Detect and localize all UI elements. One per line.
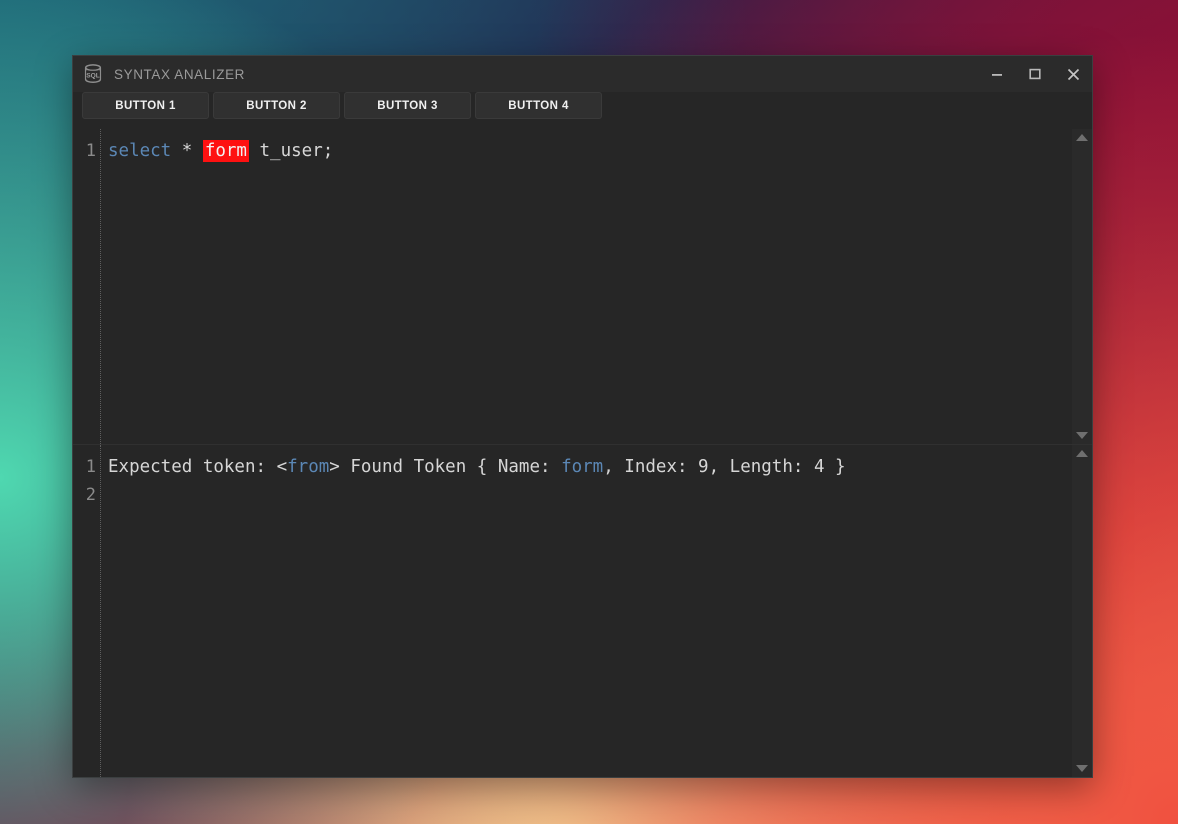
output-line-numbers: 1 2 [73,445,101,777]
maximize-icon [1029,68,1041,80]
editor-code-area[interactable]: select * form t_user; [101,129,1072,444]
window-controls [978,56,1092,92]
title-bar: SQL SYNTAX ANALIZER [73,56,1092,92]
output-token-3: form [561,457,604,477]
editor-scrollbar[interactable] [1072,129,1092,444]
scroll-down-arrow[interactable] [1076,765,1088,772]
toolbar: BUTTON 1 BUTTON 2 BUTTON 3 BUTTON 4 [73,92,1092,122]
editor-pane: 1 select * form t_user; [73,129,1092,444]
toolbar-button-2[interactable]: BUTTON 2 [213,92,340,119]
minimize-icon [992,74,1002,76]
scroll-down-arrow[interactable] [1076,432,1088,439]
close-button[interactable] [1054,56,1092,92]
application-window: SQL SYNTAX ANALIZER BUTTON 1 BUTTON 2 BU… [72,55,1093,778]
output-line-number: 2 [85,485,96,505]
editor-line-numbers: 1 [73,129,101,444]
toolbar-button-3[interactable]: BUTTON 3 [344,92,471,119]
editor-token-1: * [171,141,203,161]
toolbar-button-1[interactable]: BUTTON 1 [82,92,209,119]
editor-token-2: form [202,140,249,162]
sql-database-icon: SQL [84,64,102,83]
minimize-button[interactable] [978,56,1016,92]
output-code-area[interactable]: Expected token: <from> Found Token { Nam… [101,445,1072,777]
output-token-0: Expected token: < [108,457,288,477]
scroll-up-arrow[interactable] [1076,134,1088,141]
scroll-up-arrow[interactable] [1076,450,1088,457]
toolbar-button-4[interactable]: BUTTON 4 [475,92,602,119]
editor-line-number: 1 [85,141,96,161]
output-line-number: 1 [85,457,96,477]
maximize-button[interactable] [1016,56,1054,92]
close-icon [1067,68,1079,80]
output-token-1: from [287,457,330,477]
editor-token-3: t_user; [248,141,334,161]
output-scrollbar[interactable] [1072,445,1092,777]
panes-container: 1 select * form t_user; 1 2 Expected tok… [73,122,1092,777]
editor-token-0: select [108,141,172,161]
output-token-4: , Index: 9, Length: 4 } [603,457,846,477]
output-pane: 1 2 Expected token: <from> Found Token {… [73,445,1092,777]
svg-text:SQL: SQL [86,72,100,79]
window-title: SYNTAX ANALIZER [114,66,246,82]
output-token-2: > Found Token { Name: [329,457,562,477]
